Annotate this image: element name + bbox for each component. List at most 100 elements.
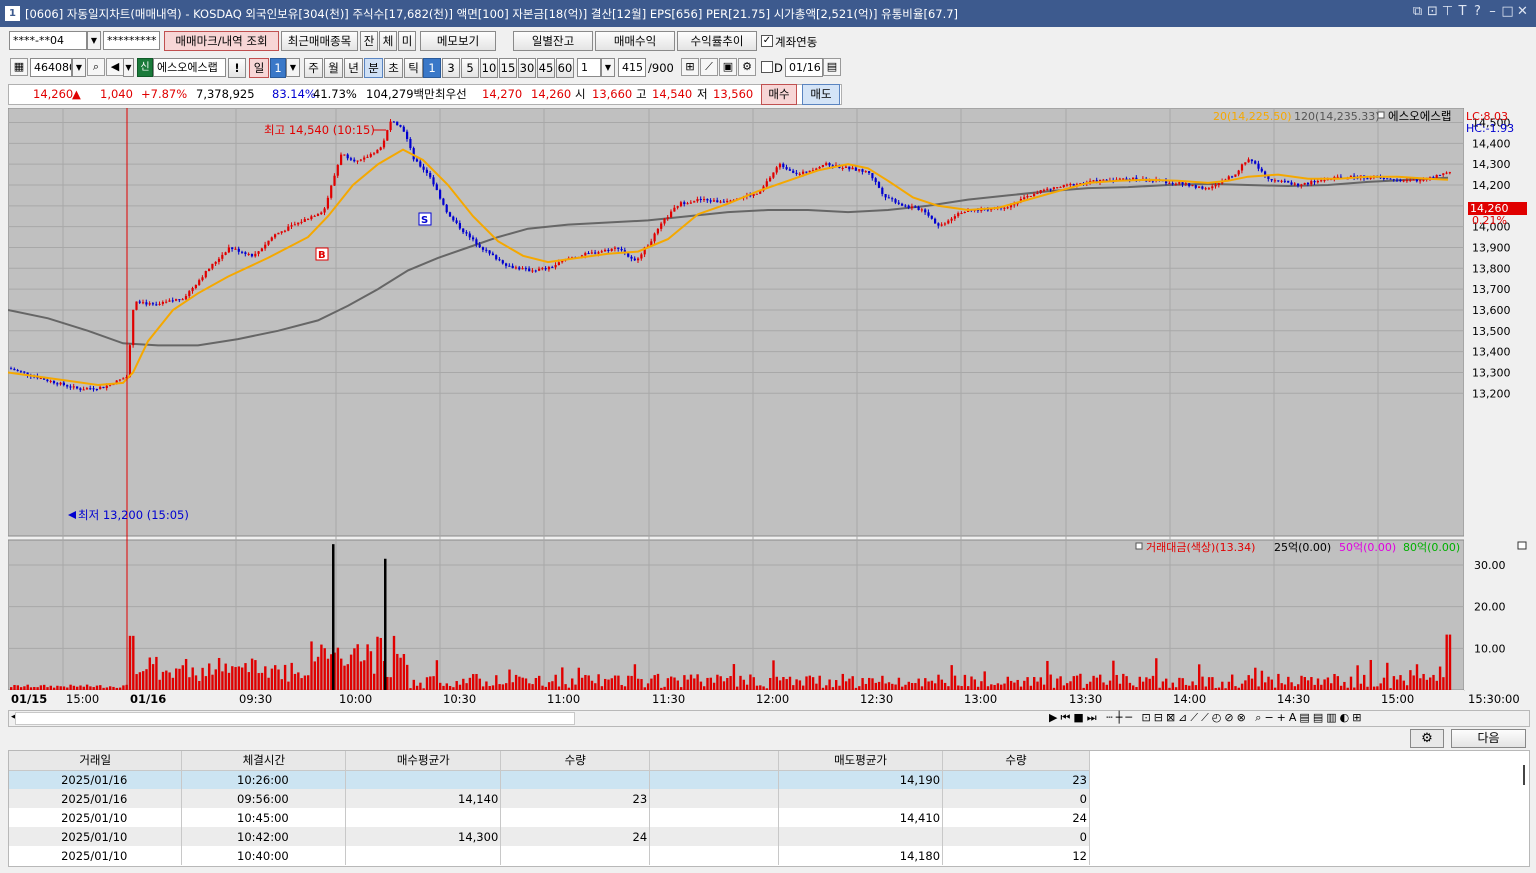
date-checkbox[interactable] [761, 61, 773, 73]
time-label: 15:00 [1381, 692, 1414, 706]
candle-body [1405, 180, 1409, 182]
interval-60-button[interactable]: 60 [556, 58, 574, 78]
recent-stocks-button[interactable]: 최근매매종목 [281, 31, 358, 51]
header-buy-qty[interactable]: 수량 [500, 751, 651, 771]
stock-search-icon[interactable]: ▦ [10, 58, 28, 76]
volume-bar [577, 667, 580, 690]
low-price: 13,560 [713, 87, 754, 101]
date-input[interactable]: 01/16 [785, 58, 823, 77]
pin-icon[interactable]: ⊤ [1440, 4, 1455, 19]
candle-body [1188, 183, 1191, 187]
filled-button[interactable]: 체 [379, 31, 397, 51]
save-icon[interactable]: ▣ [719, 58, 737, 76]
period-minute-button[interactable]: 분 [364, 58, 383, 78]
volume-bar [838, 685, 841, 690]
alert-button[interactable]: ! [228, 58, 246, 78]
volume-bar [237, 666, 241, 690]
table-row[interactable]: 2025/01/16 10:26:00 14,190 23 [9, 770, 1090, 789]
interval-45-button[interactable]: 45 [537, 58, 555, 78]
volume-bar [13, 684, 16, 690]
volume-bar [778, 680, 782, 690]
volume-bar [379, 637, 382, 690]
interval-multiplier-input[interactable]: 1 [577, 58, 601, 77]
table-scrollbar[interactable] [1523, 765, 1525, 785]
daily-balance-button[interactable]: 일별잔고 [513, 31, 593, 51]
memo-button[interactable]: 메모보기 [420, 31, 496, 51]
period-week-button[interactable]: 주 [304, 58, 323, 78]
interval-15-button[interactable]: 15 [499, 58, 517, 78]
candle-body [1419, 180, 1422, 182]
volume-bar [208, 663, 211, 690]
calendar-icon[interactable]: ▤ [823, 58, 841, 76]
period-day-dropdown[interactable]: ▼ [286, 58, 300, 77]
indicator-icon[interactable]: ⊞ [681, 58, 699, 76]
header-buy-avg[interactable]: 매수평균가 [345, 751, 502, 771]
link-icon[interactable]: ⊡ [1425, 4, 1440, 19]
font-icon[interactable]: T [1455, 4, 1470, 19]
account-input[interactable]: ****-**04 [9, 31, 87, 50]
price-chart[interactable]: 14,50014,40014,30014,20014,10014,00013,9… [8, 108, 1530, 708]
table-row[interactable]: 2025/01/16 09:56:00 14,140 23 0 [9, 789, 1090, 808]
volume-bar [211, 674, 214, 690]
drawing-tools[interactable]: ▶⏮■⏭ ┄┼─ ⊡⊟⊠⊿⟋⟋◴⊘⊗ ⌕−+A▤▤▥◐⊞ [1049, 711, 1364, 725]
volume-bar [43, 684, 46, 690]
period-day-button[interactable]: 일 [249, 58, 269, 78]
table-row[interactable]: 2025/01/10 10:45:00 14,410 24 [9, 808, 1090, 827]
header-time[interactable]: 체결시간 [181, 751, 347, 771]
period-tick-button[interactable]: 틱 [404, 58, 423, 78]
period-day-count[interactable]: 1 [270, 58, 286, 78]
buy-button[interactable]: 매수 [761, 84, 797, 105]
drawing-icon[interactable]: ⟋ [700, 58, 718, 76]
dock-icon[interactable]: ⧉ [1410, 4, 1425, 19]
interval-30-button[interactable]: 30 [518, 58, 536, 78]
volume-bar-highlight [332, 544, 335, 690]
scroll-thumb[interactable] [15, 712, 575, 725]
stock-name-legend: 에스오에스랩 [1388, 109, 1451, 123]
speaker-dropdown[interactable]: ▼ [123, 58, 134, 77]
volume-bar [310, 641, 313, 690]
period-second-button[interactable]: 초 [384, 58, 403, 78]
minimize-icon[interactable]: – [1485, 4, 1500, 19]
candle-body [488, 250, 491, 254]
volume-bar [775, 676, 778, 690]
interval-1-button[interactable]: 1 [423, 58, 441, 78]
table-row[interactable]: 2025/01/10 10:42:00 14,300 24 0 [9, 827, 1090, 846]
period-year-button[interactable]: 년 [344, 58, 363, 78]
search-icon[interactable]: ⌕ [87, 58, 105, 76]
volume-panel-close-icon[interactable] [1517, 541, 1527, 550]
candle-body [39, 378, 42, 380]
close-icon[interactable]: ✕ [1515, 4, 1530, 19]
app-icon[interactable]: 1 [5, 6, 20, 21]
bar-count-input[interactable]: 415 [618, 58, 646, 77]
next-button[interactable]: 다음 [1451, 729, 1526, 748]
stock-code-dropdown[interactable]: ▼ [72, 58, 86, 77]
sell-button[interactable]: 매도 [802, 84, 840, 105]
interval-3-button[interactable]: 3 [442, 58, 460, 78]
volume-bar [597, 674, 600, 690]
account-link-checkbox[interactable]: ✓ [761, 35, 773, 47]
mark-query-button[interactable]: 매매마크/내역 조회 [164, 31, 279, 51]
balance-button[interactable]: 잔 [360, 31, 378, 51]
stock-code-input[interactable]: 464080 [30, 58, 72, 77]
header-sell-avg[interactable]: 매도평균가 [778, 751, 944, 771]
trade-profit-button[interactable]: 매매수익 [595, 31, 675, 51]
chart-scrollbar[interactable]: ◀ ▶⏮■⏭ ┄┼─ ⊡⊟⊠⊿⟋⟋◴⊘⊗ ⌕−+A▤▤▥◐⊞ [8, 710, 1530, 727]
header-sell-qty[interactable]: 수량 [942, 751, 1090, 771]
interval-5-button[interactable]: 5 [461, 58, 479, 78]
unfilled-button[interactable]: 미 [398, 31, 416, 51]
interval-multiplier-dropdown[interactable]: ▼ [601, 58, 615, 77]
volume-bar [260, 672, 264, 690]
table-settings-button[interactable]: ⚙ [1410, 729, 1444, 748]
interval-10-button[interactable]: 10 [480, 58, 498, 78]
volume-bar [1069, 681, 1072, 690]
speaker-icon[interactable]: ◀ [106, 58, 124, 76]
gear-icon[interactable]: ⚙ [738, 58, 756, 76]
header-date[interactable]: 거래일 [9, 751, 183, 771]
help-icon[interactable]: ? [1470, 4, 1485, 19]
maximize-icon[interactable]: □ [1500, 4, 1515, 19]
table-row[interactable]: 2025/01/10 10:40:00 14,180 12 [9, 846, 1090, 865]
period-month-button[interactable]: 월 [324, 58, 343, 78]
password-input[interactable]: ********* [103, 31, 160, 50]
profit-trend-button[interactable]: 수익률추이 [677, 31, 757, 51]
account-dropdown[interactable]: ▼ [87, 31, 101, 50]
